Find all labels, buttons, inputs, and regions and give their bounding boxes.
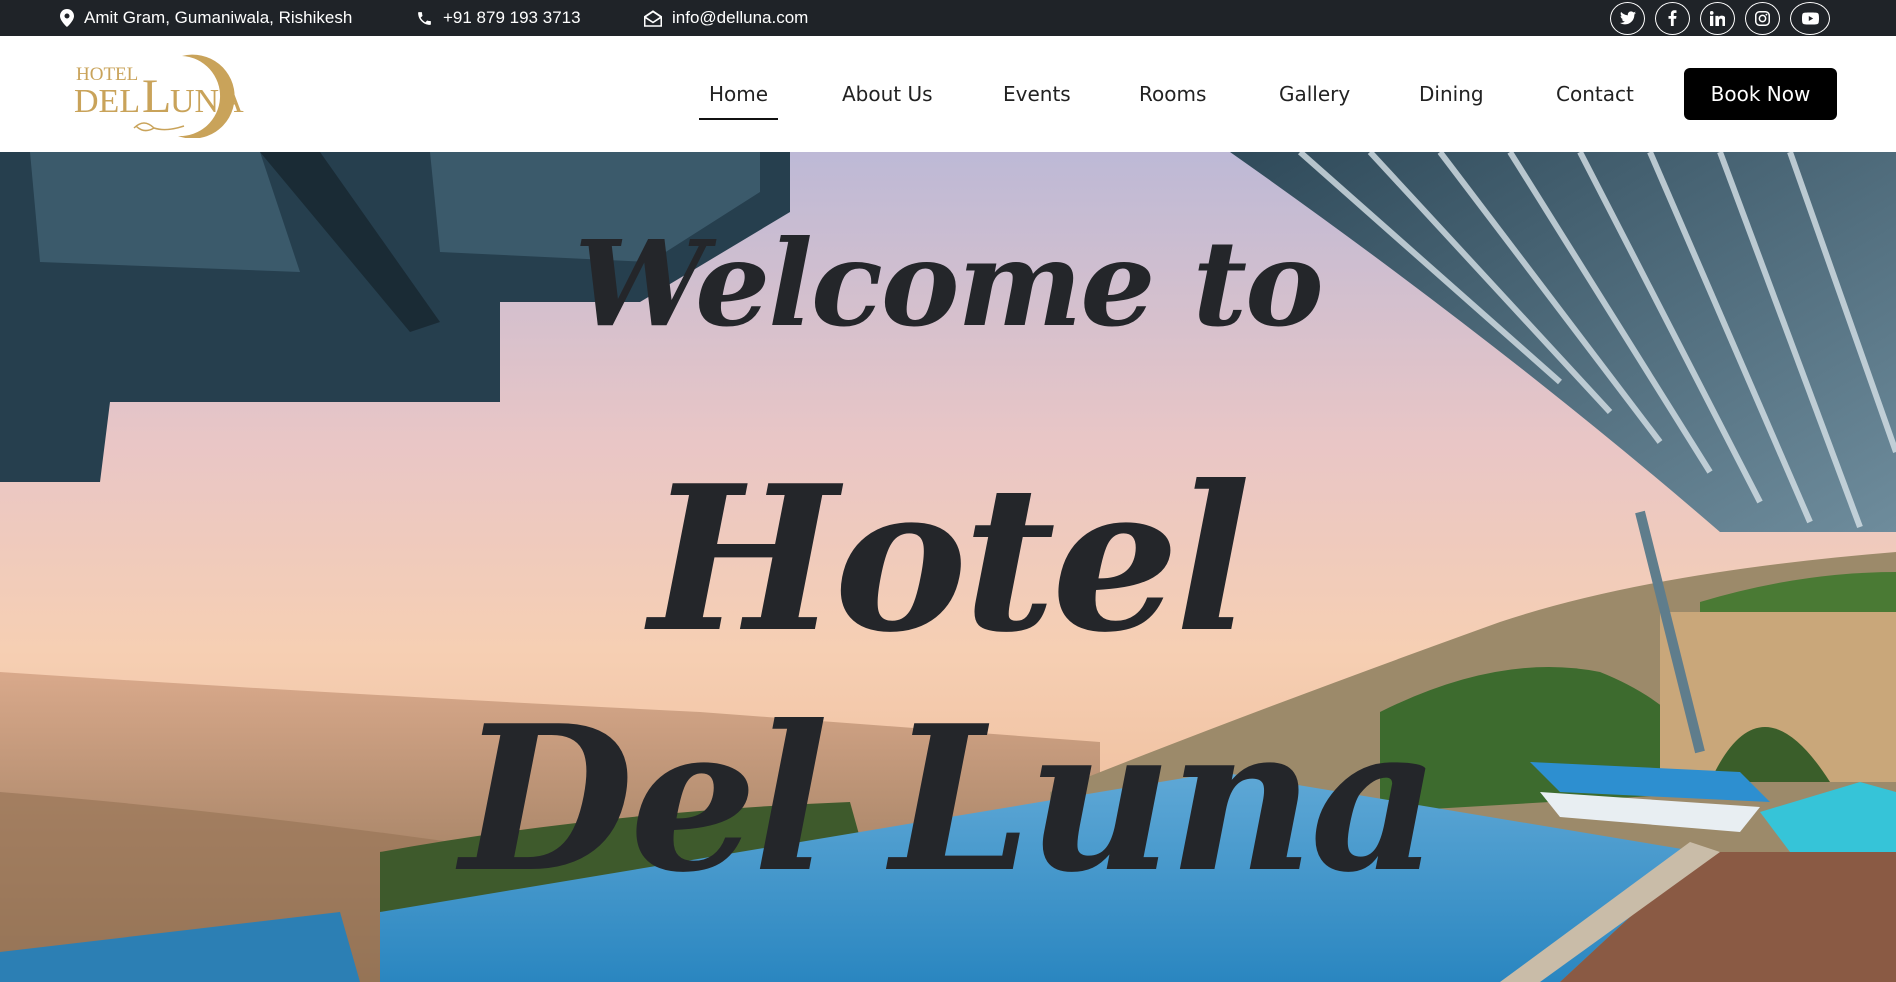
nav-dining[interactable]: Dining <box>1419 36 1484 152</box>
youtube-icon[interactable] <box>1790 1 1830 35</box>
social-links <box>1610 0 1830 36</box>
main-nav: Home About Us Events Rooms Gallery Dinin… <box>0 36 1896 152</box>
email-text: info@delluna.com <box>672 8 809 27</box>
hero-section: Welcome to Hotel Del Luna <box>0 152 1896 982</box>
nav-rooms[interactable]: Rooms <box>1139 36 1206 152</box>
email-info[interactable]: info@delluna.com <box>644 0 808 36</box>
facebook-icon[interactable] <box>1655 1 1690 35</box>
hero-welcome-text: Welcome to <box>574 214 1324 353</box>
nav-home[interactable]: Home <box>698 36 779 152</box>
hero-hotel-text: Hotel <box>649 442 1251 677</box>
linkedin-icon[interactable] <box>1700 1 1735 35</box>
phone-text: +91 879 193 3713 <box>443 8 581 27</box>
hero-del-luna-text: Del Luna <box>460 682 1439 917</box>
nav-contact[interactable]: Contact <box>1556 36 1634 152</box>
phone-icon <box>418 11 431 25</box>
address-text: Amit Gram, Gumaniwala, Rishikesh <box>84 8 353 27</box>
book-now-button[interactable]: Book Now <box>1684 68 1837 120</box>
envelope-open-icon <box>644 9 662 27</box>
nav-gallery[interactable]: Gallery <box>1279 36 1350 152</box>
twitter-icon[interactable] <box>1610 1 1645 35</box>
location-pin-icon <box>60 9 74 27</box>
nav-events[interactable]: Events <box>1003 36 1071 152</box>
instagram-icon[interactable] <box>1745 1 1780 35</box>
top-info-bar: Amit Gram, Gumaniwala, Rishikesh +91 879… <box>0 0 1896 36</box>
address-info: Amit Gram, Gumaniwala, Rishikesh <box>60 0 352 36</box>
phone-info[interactable]: +91 879 193 3713 <box>416 0 581 36</box>
main-header: HOTEL DEL L UNA Home About Us Events Roo… <box>0 36 1896 152</box>
nav-about-us[interactable]: About Us <box>842 36 933 152</box>
